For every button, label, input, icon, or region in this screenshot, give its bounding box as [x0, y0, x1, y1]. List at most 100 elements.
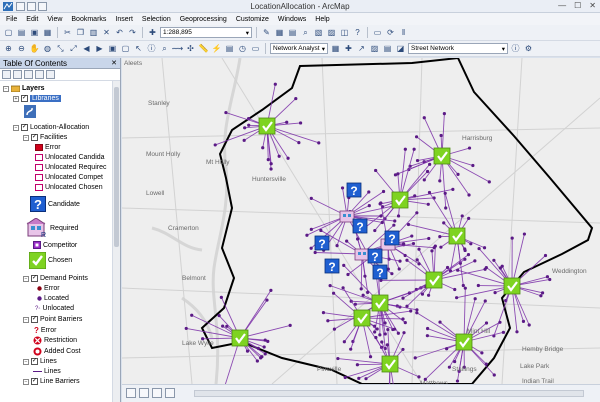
catalog-icon[interactable]: ▤ — [287, 27, 298, 38]
data-view-button[interactable] — [126, 388, 136, 398]
network-analyst-dropdown[interactable]: Network Analyst ▾ — [270, 43, 328, 54]
table-icon[interactable]: ▦ — [274, 27, 285, 38]
clear-selection-icon[interactable]: ▢ — [120, 43, 131, 54]
map-display[interactable]: ??????? Aleets Stanley Mount Holly Mt Holly… — [122, 58, 600, 384]
collapse-icon[interactable]: − — [23, 358, 29, 365]
menu-windows[interactable]: Windows — [278, 16, 306, 23]
close-icon[interactable]: ✕ — [111, 59, 120, 67]
search-window-icon[interactable]: ⌕ — [300, 27, 311, 38]
forward-extent-icon[interactable]: ▶ — [94, 43, 105, 54]
scale-combo[interactable]: 1:288,895 ▾ — [160, 27, 252, 38]
zoom-out-icon[interactable]: ⊖ — [16, 43, 27, 54]
close-window-button[interactable]: ✕ — [589, 1, 596, 10]
location-allocation-checkbox[interactable]: ✓ — [21, 124, 28, 131]
pan-icon[interactable]: ✋ — [29, 43, 40, 54]
find-route-icon[interactable]: ⟿ — [172, 43, 183, 54]
menu-selection[interactable]: Selection — [142, 16, 171, 23]
model-builder-icon[interactable]: ◫ — [339, 27, 350, 38]
layout-view-button[interactable] — [139, 388, 149, 398]
minimize-button[interactable]: — — [558, 1, 566, 10]
new-map-icon[interactable]: ▢ — [3, 27, 14, 38]
redo-icon[interactable]: ↷ — [127, 27, 138, 38]
collapse-icon[interactable]: − — [23, 134, 29, 141]
help-icon[interactable]: ? — [352, 27, 363, 38]
build-network-icon[interactable]: ◪ — [395, 43, 406, 54]
list-by-source-icon[interactable] — [13, 70, 22, 79]
maximize-button[interactable]: ☐ — [574, 1, 581, 10]
point-barriers-row[interactable]: − ✓ Point Barriers — [23, 316, 82, 323]
network-dataset-combo[interactable]: Street Network ▾ — [408, 43, 508, 54]
open-icon[interactable]: ▤ — [16, 27, 27, 38]
print-icon[interactable]: ▦ — [42, 27, 53, 38]
libraries-row[interactable]: + ✓ Libraries — [13, 95, 61, 102]
layout-icon[interactable]: ▭ — [372, 27, 383, 38]
python-icon[interactable]: ▨ — [326, 27, 337, 38]
toc-options-icon[interactable] — [46, 70, 55, 79]
list-by-drawing-order-icon[interactable] — [2, 70, 11, 79]
lines-row[interactable]: − ✓ Lines — [23, 358, 57, 365]
select-features-icon[interactable]: ▣ — [107, 43, 118, 54]
editor-icon[interactable]: ✎ — [261, 27, 272, 38]
network-identify-icon[interactable]: ⓘ — [510, 43, 521, 54]
pause-icon[interactable]: ‖ — [398, 27, 409, 38]
line-barriers-row[interactable]: − ✓ Line Barriers — [23, 378, 80, 385]
go-to-xy-icon[interactable]: ✣ — [185, 43, 196, 54]
menu-view[interactable]: View — [47, 16, 62, 23]
viewer-window-icon[interactable]: ▭ — [250, 43, 261, 54]
add-data-icon[interactable]: ✚ — [147, 27, 158, 38]
map-canvas[interactable]: ??????? — [122, 58, 600, 384]
identify-icon[interactable]: ⓘ — [146, 43, 157, 54]
map-horizontal-scrollbar[interactable] — [194, 390, 584, 397]
location-allocation-row[interactable]: − ✓ Location-Allocation — [13, 124, 89, 131]
measure-icon[interactable]: 📏 — [198, 43, 209, 54]
collapse-icon[interactable]: − — [3, 85, 9, 92]
create-network-location-icon[interactable]: ✚ — [343, 43, 354, 54]
cut-icon[interactable]: ✂ — [62, 27, 73, 38]
fixed-zoom-in-icon[interactable]: ⤡ — [55, 43, 66, 54]
solve-icon[interactable]: ▨ — [369, 43, 380, 54]
list-by-selection-icon[interactable] — [35, 70, 44, 79]
directions-icon[interactable]: ▤ — [382, 43, 393, 54]
collapse-icon[interactable]: − — [23, 275, 29, 282]
demand-points-checkbox[interactable]: ✓ — [31, 275, 38, 282]
hyperlink-icon[interactable]: ⚡ — [211, 43, 222, 54]
refresh-icon[interactable]: ⟳ — [385, 27, 396, 38]
menu-help[interactable]: Help — [315, 16, 329, 23]
menu-customize[interactable]: Customize — [236, 16, 269, 23]
find-icon[interactable]: ⌕ — [159, 43, 170, 54]
copy-icon[interactable]: ❐ — [75, 27, 86, 38]
lines-checkbox[interactable]: ✓ — [31, 358, 38, 365]
point-barriers-checkbox[interactable]: ✓ — [31, 316, 38, 323]
facilities-row[interactable]: − ✓ Facilities — [23, 134, 67, 141]
line-barriers-checkbox[interactable]: ✓ — [31, 378, 38, 385]
time-slider-icon[interactable]: ◷ — [237, 43, 248, 54]
menu-geoprocessing[interactable]: Geoprocessing — [180, 16, 227, 23]
collapse-icon[interactable]: − — [23, 316, 29, 323]
collapse-icon[interactable]: − — [23, 378, 29, 385]
toc-scrollbar[interactable] — [112, 81, 120, 402]
menu-bookmarks[interactable]: Bookmarks — [71, 16, 106, 23]
menu-edit[interactable]: Edit — [26, 16, 38, 23]
html-popup-icon[interactable]: ▤ — [224, 43, 235, 54]
layers-row[interactable]: − Layers — [3, 85, 45, 92]
full-extent-icon[interactable]: ◍ — [42, 43, 53, 54]
menu-file[interactable]: File — [6, 16, 17, 23]
menu-insert[interactable]: Insert — [115, 16, 133, 23]
demand-points-row[interactable]: − ✓ Demand Points — [23, 275, 88, 282]
delete-icon[interactable]: ✕ — [101, 27, 112, 38]
facilities-checkbox[interactable]: ✓ — [31, 134, 38, 141]
list-by-visibility-icon[interactable] — [24, 70, 33, 79]
scrollbar-thumb[interactable] — [114, 87, 119, 247]
collapse-icon[interactable]: − — [13, 124, 19, 131]
arctoolbox-icon[interactable]: ▧ — [313, 27, 324, 38]
select-move-location-icon[interactable]: ↗ — [356, 43, 367, 54]
refresh-view-button[interactable] — [152, 388, 162, 398]
undo-icon[interactable]: ↶ — [114, 27, 125, 38]
network-analyst-window-icon[interactable]: ▦ — [330, 43, 341, 54]
pause-drawing-button[interactable] — [165, 388, 175, 398]
paste-icon[interactable]: ▥ — [88, 27, 99, 38]
select-elements-icon[interactable]: ↖ — [133, 43, 144, 54]
network-options-icon[interactable]: ⚙ — [523, 43, 534, 54]
back-extent-icon[interactable]: ◀ — [81, 43, 92, 54]
libraries-checkbox[interactable]: ✓ — [21, 95, 28, 102]
